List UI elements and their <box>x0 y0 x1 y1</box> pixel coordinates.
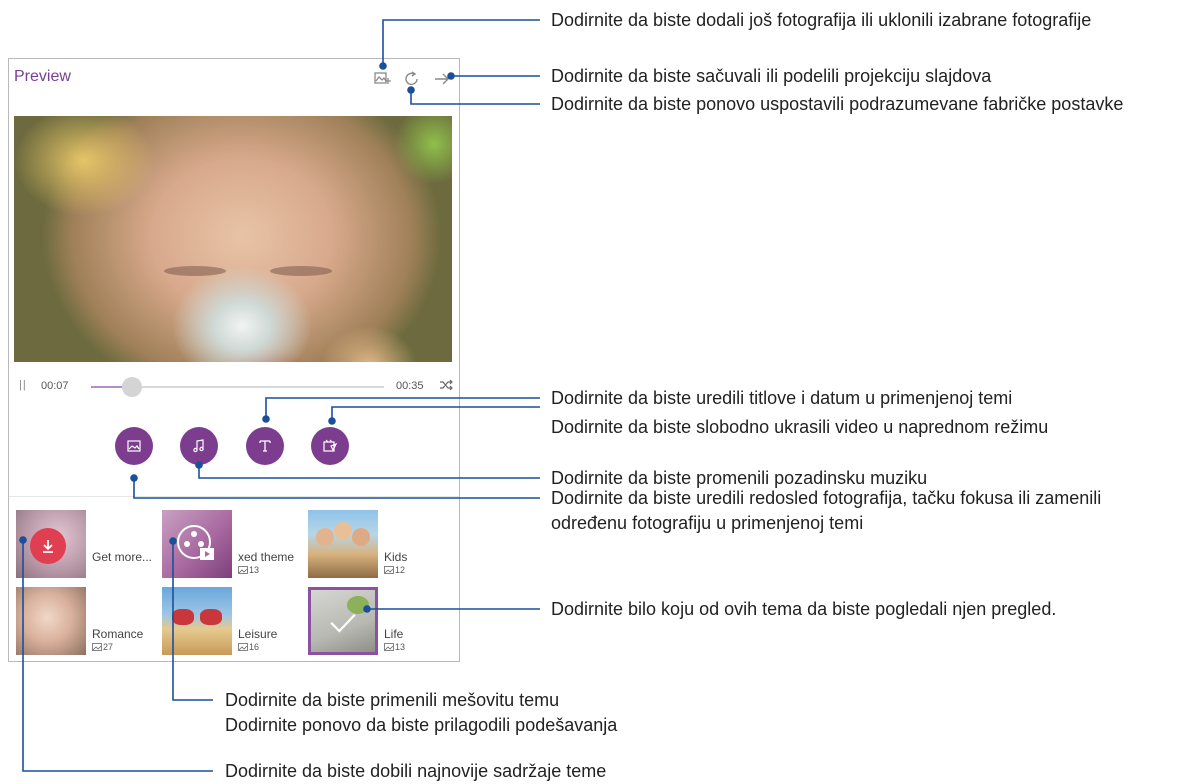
annotation-themes: Dodirnite bilo koju od ovih tema da bist… <box>551 599 1057 619</box>
annotation-reset: Dodirnite da biste ponovo uspostavili po… <box>551 94 1124 114</box>
annotation-advanced: Dodirnite da biste slobodno ukrasili vid… <box>551 417 1049 437</box>
annotation-save-share: Dodirnite da biste sačuvali ili podelili… <box>551 66 992 86</box>
annotation-mixed-2: Dodirnite ponovo da biste prilagodili po… <box>225 715 618 735</box>
annotation-mixed-1: Dodirnite da biste primenili mešovitu te… <box>225 690 560 710</box>
annotation-photo-order: Dodirnite da biste uredili redosled foto… <box>551 488 1102 533</box>
annotation-edit-titles: Dodirnite da biste uredili titlove i dat… <box>551 388 1013 408</box>
annotation-get-more: Dodirnite da biste dobili najnovije sadr… <box>225 761 607 781</box>
annotation-add-photos: Dodirnite da biste dodali još fotografij… <box>551 10 1092 30</box>
